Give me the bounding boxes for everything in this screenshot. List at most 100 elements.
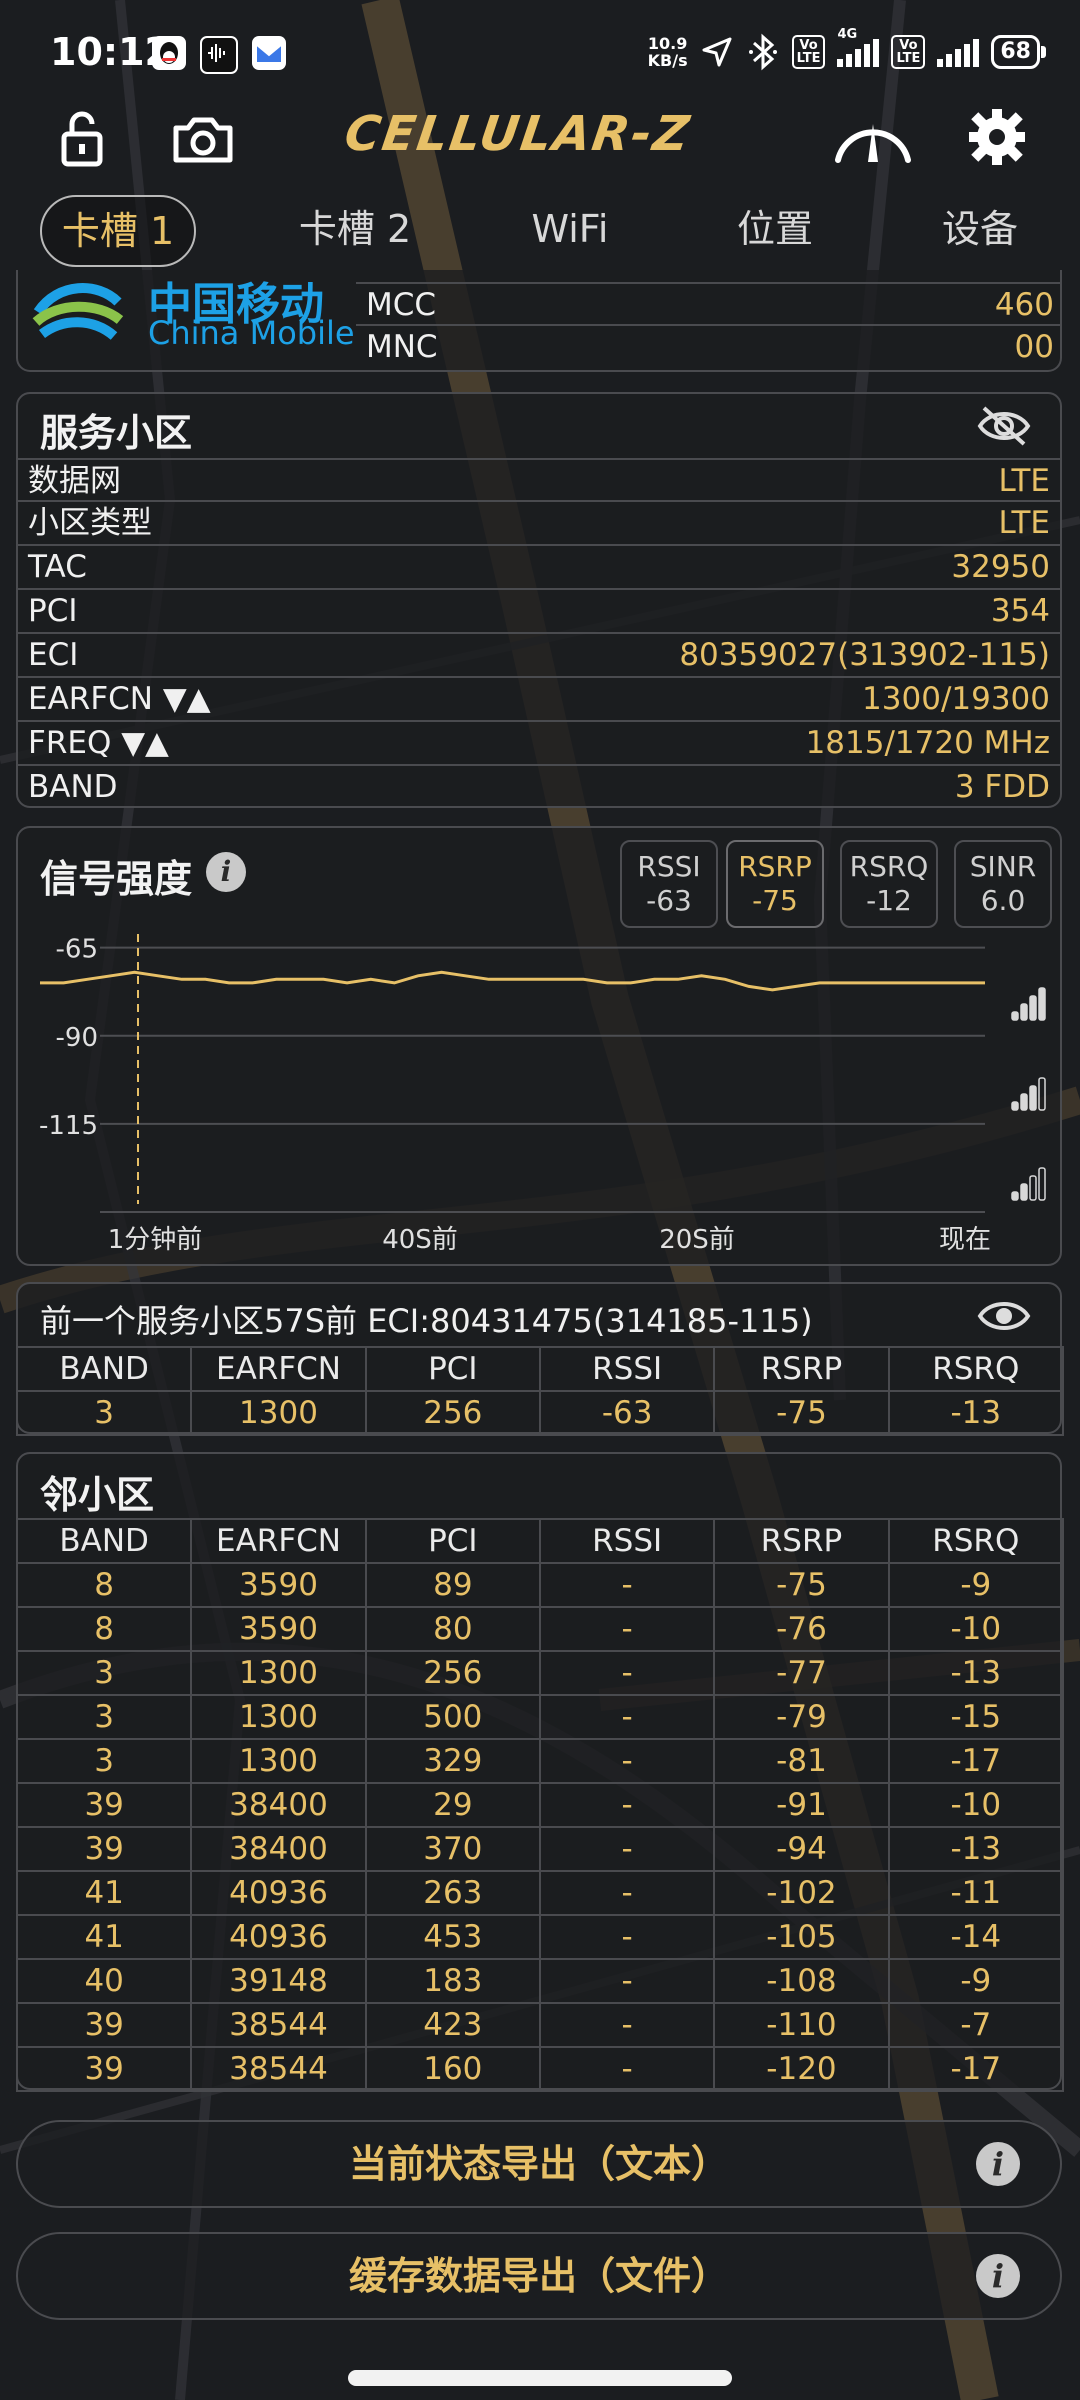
metric-rsrp-label: RSRP bbox=[738, 850, 812, 883]
table-cell: -17 bbox=[887, 1738, 1064, 1784]
export-file-button[interactable]: 缓存数据导出（文件） bbox=[16, 2232, 1062, 2320]
mnc-value: 00 bbox=[1014, 329, 1054, 365]
home-indicator[interactable] bbox=[348, 2370, 732, 2386]
speed-gauge-icon[interactable] bbox=[828, 104, 918, 174]
serving-row-value: 1815/1720 MHz bbox=[805, 725, 1050, 761]
gear-icon[interactable] bbox=[962, 104, 1032, 174]
serving-row-label: 小区类型 bbox=[28, 505, 152, 541]
table-cell: 39 bbox=[15, 2046, 193, 2092]
serving-row-label: FREQ ▼▲ bbox=[28, 725, 169, 761]
tab-sim1[interactable]: 卡槽 1 bbox=[40, 195, 196, 267]
table-cell: -11 bbox=[887, 1870, 1064, 1916]
table-cell: 160 bbox=[364, 2046, 541, 2092]
serving-row: 小区类型 LTE bbox=[18, 502, 1060, 546]
table-row: 41 40936 453- -105 -14 bbox=[15, 1914, 1064, 1960]
table-cell: 1300 bbox=[190, 1650, 367, 1696]
table-cell: - bbox=[538, 1914, 716, 1960]
table-header-row: BAND EARFCN PCI RSSI RSRP RSRQ bbox=[15, 1346, 1064, 1392]
operator-name-en: China Mobile bbox=[148, 314, 355, 352]
table-cell: -76 bbox=[713, 1606, 890, 1652]
metric-rssi[interactable]: RSSI -63 bbox=[620, 840, 718, 928]
serving-row-value: LTE bbox=[998, 505, 1050, 541]
metric-rsrq[interactable]: RSRQ -12 bbox=[840, 840, 938, 928]
export-text-button[interactable]: 当前状态导出（文本） bbox=[16, 2120, 1062, 2208]
table-cell: 3590 bbox=[190, 1606, 367, 1652]
metric-sinr[interactable]: SINR 6.0 bbox=[954, 840, 1052, 928]
signal-info-icon[interactable]: i bbox=[206, 852, 246, 892]
export-file-label: 缓存数据导出（文件） bbox=[348, 2254, 729, 2298]
table-cell: 40 bbox=[15, 1958, 193, 2004]
serving-cell-title: 服务小区 bbox=[40, 411, 193, 455]
table-cell: -120 bbox=[713, 2046, 890, 2092]
serving-row: ECI 80359027(313902-115) bbox=[18, 634, 1060, 678]
metric-rsrp[interactable]: RSRP -75 bbox=[726, 840, 824, 928]
table-cell: 8 bbox=[15, 1606, 193, 1652]
table-cell: 80 bbox=[364, 1606, 541, 1652]
serving-row: FREQ ▼▲ 1815/1720 MHz bbox=[18, 722, 1060, 766]
table-cell: 39 bbox=[15, 1782, 193, 1828]
column-header: EARFCN bbox=[190, 1518, 367, 1564]
table-row: 39 38544 423- -110 -7 bbox=[15, 2002, 1064, 2048]
export-file-info-icon[interactable]: i bbox=[976, 2254, 1020, 2298]
column-header: RSRQ bbox=[887, 1518, 1064, 1564]
metric-sinr-label: SINR bbox=[969, 850, 1037, 883]
camera-icon[interactable] bbox=[168, 104, 238, 174]
table-cell: 256 bbox=[364, 1650, 541, 1696]
qq-notification-icon bbox=[152, 36, 186, 70]
table-cell: 183 bbox=[364, 1958, 541, 2004]
table-cell: -81 bbox=[713, 1738, 890, 1784]
table-row: 3 1300 329- -81 -17 bbox=[15, 1738, 1064, 1784]
table-row: 39 38400 370- -94 -13 bbox=[15, 1826, 1064, 1872]
table-cell: 39 bbox=[15, 1826, 193, 1872]
table-cell: - bbox=[538, 1694, 716, 1740]
table-row: 39 38544 160- -120 -17 bbox=[15, 2046, 1064, 2092]
table-cell: -77 bbox=[713, 1650, 890, 1696]
table-cell: - bbox=[538, 1958, 716, 2004]
table-cell: 423 bbox=[364, 2002, 541, 2048]
table-cell: - bbox=[538, 2046, 716, 2092]
tab-location[interactable]: 位置 bbox=[700, 195, 850, 263]
table-cell: 41 bbox=[15, 1914, 193, 1960]
metric-rsrp-value: -75 bbox=[752, 884, 798, 917]
table-row: 3 1300 256- -77 -13 bbox=[15, 1650, 1064, 1696]
table-cell: 370 bbox=[364, 1826, 541, 1872]
serving-row-label: ECI bbox=[28, 637, 79, 673]
table-cell: 1300 bbox=[190, 1738, 367, 1784]
tab-sim2[interactable]: 卡槽 2 bbox=[280, 195, 430, 263]
table-cell: -75 bbox=[713, 1562, 890, 1608]
column-header: BAND bbox=[15, 1346, 193, 1392]
tab-wifi[interactable]: WiFi bbox=[510, 195, 630, 263]
signal-level-icon bbox=[1011, 987, 1046, 1021]
metric-rsrq-label: RSRQ bbox=[849, 850, 929, 883]
column-header: RSRP bbox=[713, 1518, 890, 1564]
table-cell: -102 bbox=[713, 1870, 890, 1916]
network-type: 4G bbox=[837, 27, 858, 42]
eye-off-icon[interactable] bbox=[976, 402, 1032, 450]
lock-icon[interactable] bbox=[48, 104, 118, 174]
table-cell: 38400 bbox=[190, 1826, 367, 1872]
serving-row: EARFCN ▼▲ 1300/19300 bbox=[18, 678, 1060, 722]
table-cell: 3 bbox=[15, 1650, 193, 1696]
x-tick-label: 40S前 bbox=[382, 1225, 458, 1255]
serving-row-value: 3 FDD bbox=[954, 769, 1050, 805]
table-cell: 1300 bbox=[190, 1390, 367, 1436]
table-cell: -15 bbox=[887, 1694, 1064, 1740]
mail-notification-icon bbox=[252, 36, 286, 70]
x-tick-label: 现在 bbox=[939, 1225, 991, 1255]
mnc-label: MNC bbox=[366, 329, 438, 365]
table-cell: -9 bbox=[887, 1562, 1064, 1608]
y-tick-label: -90 bbox=[56, 1023, 98, 1053]
serving-row-label: BAND bbox=[28, 769, 118, 805]
table-cell: 8 bbox=[15, 1562, 193, 1608]
table-cell: - bbox=[538, 1606, 716, 1652]
previous-cell-title: 前一个服务小区57S前 ECI:80431475(314185-115) bbox=[40, 1302, 813, 1340]
export-text-label: 当前状态导出（文本） bbox=[348, 2142, 729, 2186]
export-text-info-icon[interactable]: i bbox=[976, 2142, 1020, 2186]
eye-icon[interactable] bbox=[976, 1296, 1032, 1336]
signal-level-icon bbox=[1011, 1077, 1046, 1111]
table-row: 41 40936 263- -102 -11 bbox=[15, 1870, 1064, 1916]
serving-row-value: 1300/19300 bbox=[862, 681, 1050, 717]
serving-row-label: PCI bbox=[28, 593, 78, 629]
tab-device[interactable]: 设备 bbox=[900, 195, 1060, 263]
signal-title: 信号强度 bbox=[40, 857, 193, 901]
